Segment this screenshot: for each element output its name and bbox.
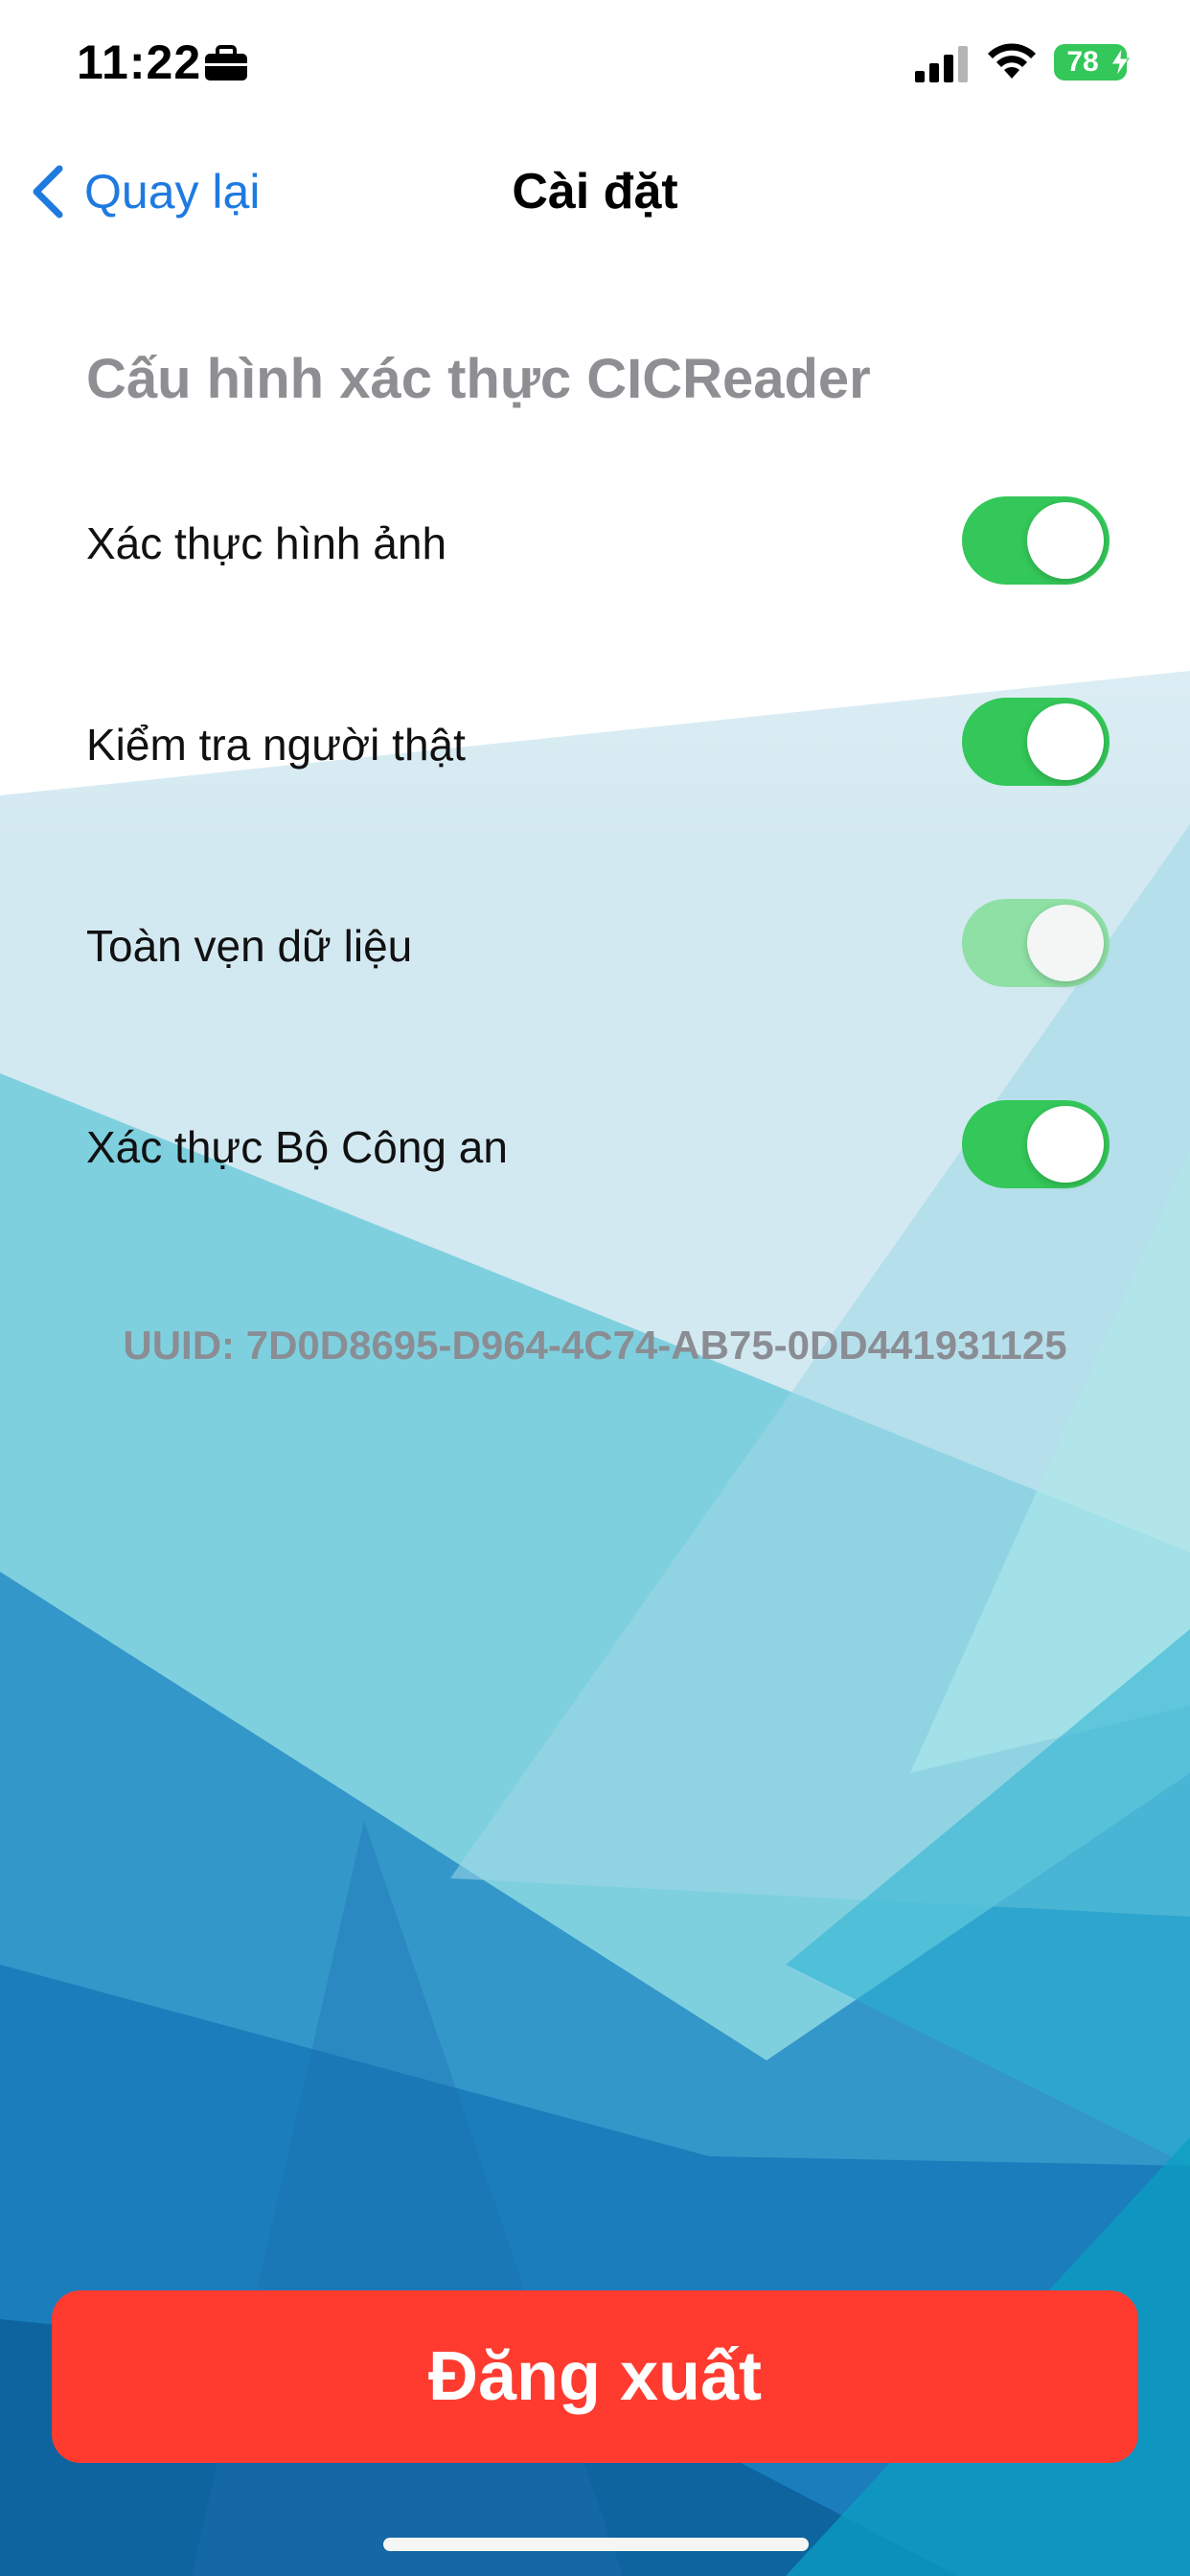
logout-button[interactable]: Đăng xuất [52, 2290, 1138, 2463]
setting-label: Toàn vẹn dữ liệu [86, 921, 413, 971]
liveness-check-toggle[interactable] [962, 698, 1110, 786]
logout-label: Đăng xuất [427, 2338, 763, 2415]
data-integrity-toggle[interactable] [962, 899, 1110, 987]
setting-row-data-integrity: Toàn vẹn dữ liệu [86, 899, 1110, 991]
battery-level: 78 [1066, 46, 1099, 78]
status-bar: 11:22 78 [0, 0, 1190, 134]
home-indicator [383, 2538, 809, 2551]
signal-icon [915, 46, 968, 82]
toggle-knob [1027, 1106, 1104, 1183]
setting-row-liveness-check: Kiểm tra người thật [86, 698, 1110, 790]
uuid-text: UUID: 7D0D8695-D964-4C74-AB75-0DD4419311… [123, 1322, 1067, 1368]
setting-label: Xác thực hình ảnh [86, 518, 447, 568]
briefcase-icon [205, 45, 247, 80]
section-title: Cấu hình xác thực CICReader [86, 348, 871, 410]
setting-row-image-verification: Xác thực hình ảnh [86, 496, 1110, 588]
wifi-icon [988, 43, 1036, 79]
navigation-bar: Quay lại Cài đặt [0, 134, 1190, 249]
toggle-knob [1027, 502, 1104, 579]
status-time: 11:22 [77, 35, 202, 89]
page-title: Cài đặt [512, 164, 678, 219]
setting-label: Kiểm tra người thật [86, 720, 466, 770]
setting-row-ministry-verification: Xác thực Bộ Công an [86, 1100, 1110, 1192]
setting-label: Xác thực Bộ Công an [86, 1122, 508, 1172]
image-verification-toggle[interactable] [962, 496, 1110, 585]
ministry-verification-toggle[interactable] [962, 1100, 1110, 1188]
charging-bolt-icon [1110, 48, 1130, 77]
toggle-knob [1027, 905, 1104, 981]
toggle-knob [1027, 703, 1104, 780]
